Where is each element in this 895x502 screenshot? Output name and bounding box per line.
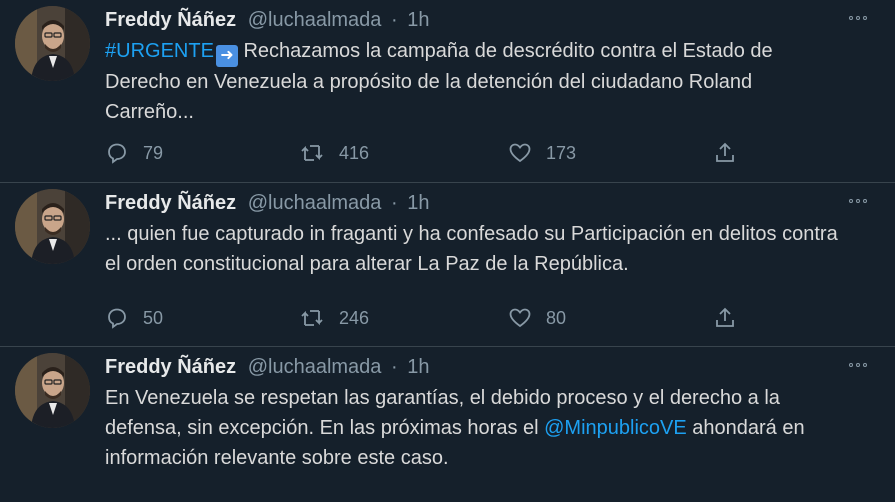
like-count: 173 — [546, 142, 577, 163]
reply-button[interactable]: 50 — [105, 303, 163, 333]
more-options-icon[interactable] — [849, 199, 867, 203]
avatar[interactable] — [15, 189, 90, 264]
tweet[interactable]: Freddy Ñáñez @luchaalmada · 1h ... quien… — [0, 183, 895, 347]
tweet-header: Freddy Ñáñez @luchaalmada · 1h — [105, 353, 875, 381]
author-name[interactable]: Freddy Ñáñez — [105, 356, 236, 378]
tweet-text: ... quien fue capturado in fraganti y ha… — [105, 223, 838, 275]
tweet-time[interactable]: 1h — [407, 9, 429, 31]
reply-button[interactable]: 79 — [105, 138, 163, 168]
tweet-header: Freddy Ñáñez @luchaalmada · 1h — [105, 189, 875, 217]
tweet-header: Freddy Ñáñez @luchaalmada · 1h — [105, 6, 875, 34]
like-count: 80 — [546, 307, 567, 328]
tweet[interactable]: Freddy Ñáñez @luchaalmada · 1h En Venezu… — [0, 347, 895, 502]
reply-count: 79 — [143, 142, 164, 163]
tweet-actions: 79 416 173 — [105, 138, 745, 168]
reply-icon — [108, 143, 126, 164]
like-button[interactable]: 80 — [508, 303, 566, 333]
separator-dot: · — [391, 9, 398, 31]
retweet-icon — [301, 145, 323, 161]
more-options-icon[interactable] — [849, 16, 867, 20]
separator-dot: · — [391, 192, 398, 214]
heart-icon — [509, 143, 531, 163]
author-handle[interactable]: @luchaalmada — [248, 9, 382, 31]
reply-count: 50 — [143, 307, 164, 328]
tweet-text: En Venezuela se respetan las garantías, … — [105, 383, 845, 473]
tweet-text: #URGENTE ➜ Rechazamos la campaña de descr… — [105, 36, 845, 127]
mention-link[interactable]: @MinpublicoVE — [544, 417, 687, 439]
author-name[interactable]: Freddy Ñáñez — [105, 9, 236, 31]
right-arrow-emoji: ➜ — [215, 45, 238, 67]
author-name[interactable]: Freddy Ñáñez — [105, 192, 236, 214]
retweet-icon — [301, 310, 323, 326]
hashtag-link[interactable]: #URGENTE — [105, 40, 214, 62]
share-button[interactable] — [713, 303, 737, 333]
author-handle[interactable]: @luchaalmada — [248, 356, 382, 378]
tweet-time[interactable]: 1h — [407, 192, 429, 214]
more-options-icon[interactable] — [849, 363, 867, 367]
reply-icon — [108, 308, 126, 329]
tweet[interactable]: Freddy Ñáñez @luchaalmada · 1h #URGENTE ➜… — [0, 0, 895, 183]
retweet-button[interactable]: 416 — [299, 138, 369, 168]
tweet-feed: Freddy Ñáñez @luchaalmada · 1h #URGENTE ➜… — [0, 0, 895, 502]
like-button[interactable]: 173 — [508, 138, 576, 168]
avatar[interactable] — [15, 353, 90, 428]
retweet-count: 246 — [339, 307, 370, 328]
separator-dot: · — [391, 356, 398, 378]
heart-icon — [509, 308, 531, 328]
tweet-actions: 50 246 80 — [105, 303, 745, 333]
retweet-button[interactable]: 246 — [299, 303, 369, 333]
share-icon — [716, 307, 734, 327]
share-icon — [716, 142, 734, 162]
avatar[interactable] — [15, 6, 90, 81]
author-handle[interactable]: @luchaalmada — [248, 192, 382, 214]
retweet-count: 416 — [339, 142, 370, 163]
tweet-time[interactable]: 1h — [407, 356, 429, 378]
share-button[interactable] — [713, 138, 737, 168]
